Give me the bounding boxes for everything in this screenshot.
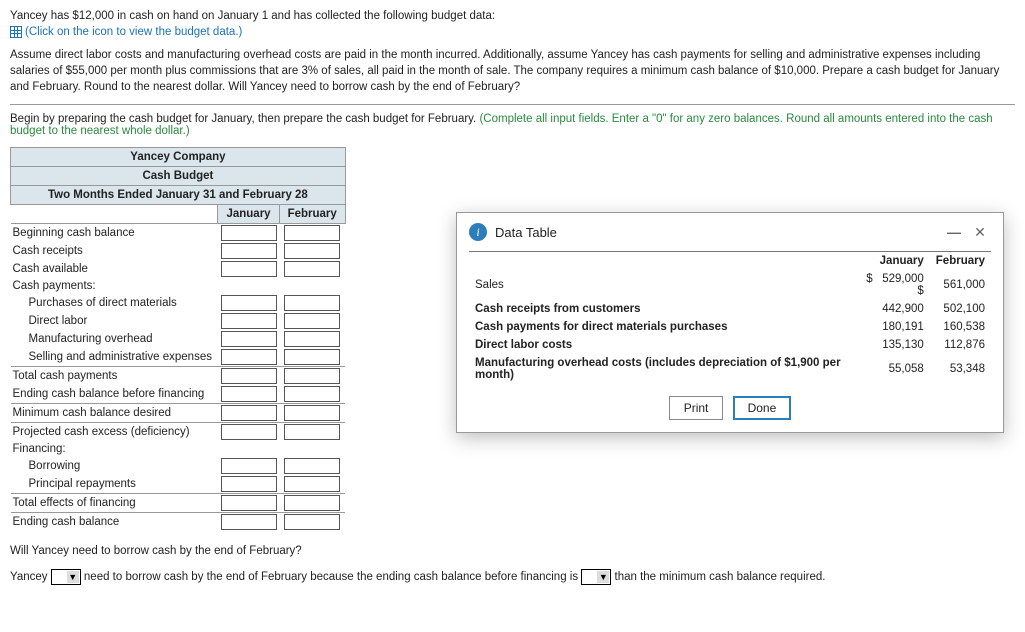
row-projected-excess: Projected cash excess (deficiency) (11, 422, 218, 441)
input-r15-jan[interactable] (221, 476, 277, 492)
dt-row-dl-cost: Direct labor costs (469, 336, 852, 354)
row-total-payments: Total cash payments (11, 366, 218, 385)
input-r2-feb[interactable] (284, 243, 340, 259)
input-r6-feb[interactable] (284, 313, 340, 329)
row-borrowing: Borrowing (11, 457, 218, 475)
input-r12-feb[interactable] (284, 424, 340, 440)
q2-text: Will Yancey need to borrow cash by the e… (10, 545, 1015, 557)
input-r8-feb[interactable] (284, 349, 340, 365)
done-button[interactable]: Done (733, 396, 792, 420)
input-r14-feb[interactable] (284, 458, 340, 474)
input-r16-feb[interactable] (284, 495, 340, 511)
input-r5-feb[interactable] (284, 295, 340, 311)
question2-block: Will Yancey need to borrow cash by the e… (10, 545, 1015, 585)
grid-icon (10, 26, 22, 38)
row-direct-labor: Direct labor (11, 312, 218, 330)
view-data-text: (Click on the icon to view the budget da… (25, 24, 242, 40)
row-ending-before-fin: Ending cash balance before financing (11, 385, 218, 404)
input-r12-jan[interactable] (221, 424, 277, 440)
q2-mid: need to borrow cash by the end of Februa… (84, 571, 581, 583)
row-purchase-dm: Purchases of direct materials (11, 294, 218, 312)
cash-budget-table: Yancey Company Cash Budget Two Months En… (10, 147, 346, 531)
dt-row-dm-pay: Cash payments for direct materials purch… (469, 318, 852, 336)
input-r11-jan[interactable] (221, 405, 277, 421)
dt-col-jan: January (852, 252, 930, 271)
dt-row-moh: Manufacturing overhead costs (includes d… (469, 354, 852, 384)
input-r9-feb[interactable] (284, 368, 340, 384)
q2-pre: Yancey (10, 571, 51, 583)
input-r3-feb[interactable] (284, 261, 340, 277)
input-r1-jan[interactable] (221, 225, 277, 241)
dt-row-sales: Sales (469, 270, 852, 300)
data-table: January February Sales$ 529,000 $561,000… (469, 251, 991, 384)
input-r3-jan[interactable] (221, 261, 277, 277)
input-r15-feb[interactable] (284, 476, 340, 492)
row-financing-hdr: Financing: (11, 441, 218, 457)
row-principal: Principal repayments (11, 475, 218, 494)
row-ending-balance: Ending cash balance (11, 512, 218, 531)
blank2-select[interactable] (581, 569, 611, 585)
input-r7-feb[interactable] (284, 331, 340, 347)
budget-title1: Yancey Company (11, 147, 346, 166)
col-january: January (218, 204, 279, 223)
row-min-balance: Minimum cash balance desired (11, 403, 218, 422)
input-r8-jan[interactable] (221, 349, 277, 365)
dt-col-feb: February (930, 252, 991, 271)
q2-post: than the minimum cash balance required. (615, 571, 826, 583)
instr-black: Begin by preparing the cash budget for J… (10, 113, 479, 125)
separator (10, 104, 1015, 105)
budget-title3: Two Months Ended January 31 and February… (11, 185, 346, 204)
input-r1-feb[interactable] (284, 225, 340, 241)
input-r2-jan[interactable] (221, 243, 277, 259)
budget-title2: Cash Budget (11, 166, 346, 185)
row-mfg-overhead: Manufacturing overhead (11, 330, 218, 348)
dialog-title: Data Table (495, 225, 939, 240)
input-r17-feb[interactable] (284, 514, 340, 530)
input-r6-jan[interactable] (221, 313, 277, 329)
data-table-dialog: i Data Table — ✕ January February Sales$… (456, 212, 1004, 433)
input-r10-jan[interactable] (221, 386, 277, 402)
input-r5-jan[interactable] (221, 295, 277, 311)
input-r7-jan[interactable] (221, 331, 277, 347)
view-data-link[interactable]: (Click on the icon to view the budget da… (10, 24, 242, 40)
input-r16-jan[interactable] (221, 495, 277, 511)
col-february: February (279, 204, 345, 223)
row-total-financing: Total effects of financing (11, 493, 218, 512)
input-r9-jan[interactable] (221, 368, 277, 384)
row-beginning-balance: Beginning cash balance (11, 223, 218, 242)
input-r10-feb[interactable] (284, 386, 340, 402)
print-button[interactable]: Print (669, 396, 724, 420)
q2-fillin: Yancey need to borrow cash by the end of… (10, 569, 1015, 585)
row-cash-available: Cash available (11, 260, 218, 278)
row-cash-payments-hdr: Cash payments: (11, 278, 218, 294)
minimize-button[interactable]: — (943, 224, 965, 240)
instructions: Begin by preparing the cash budget for J… (10, 113, 1015, 137)
input-r11-feb[interactable] (284, 405, 340, 421)
input-r17-jan[interactable] (221, 514, 277, 530)
row-selling-admin: Selling and administrative expenses (11, 348, 218, 367)
row-cash-receipts: Cash receipts (11, 242, 218, 260)
input-r14-jan[interactable] (221, 458, 277, 474)
close-button[interactable]: ✕ (969, 224, 991, 240)
intro-para2: Assume direct labor costs and manufactur… (10, 47, 1015, 95)
info-icon: i (469, 223, 487, 241)
blank1-select[interactable] (51, 569, 81, 585)
intro-line1: Yancey has $12,000 in cash on hand on Ja… (10, 8, 1015, 24)
dt-row-receipts: Cash receipts from customers (469, 300, 852, 318)
